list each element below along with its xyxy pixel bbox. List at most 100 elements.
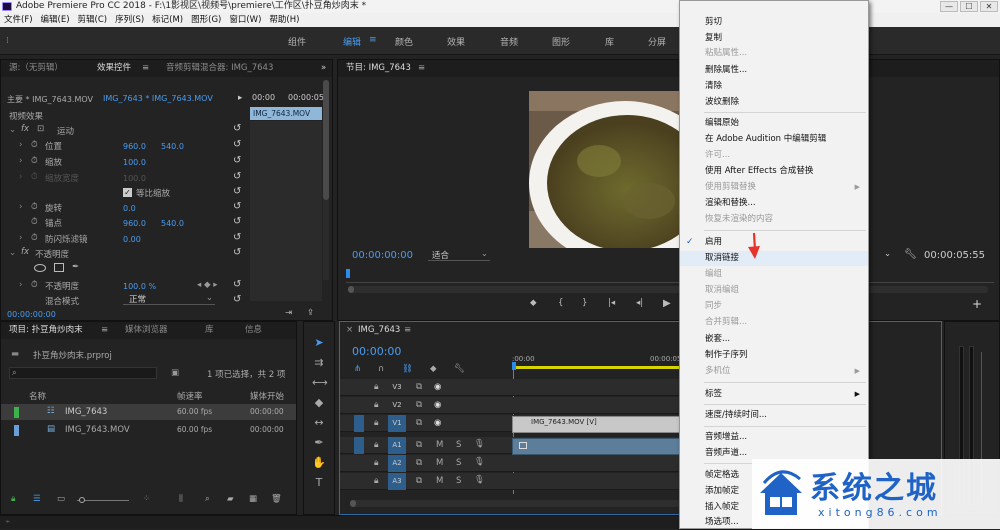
menu-item-audio-gain[interactable]: 音频增益... <box>680 430 868 445</box>
menu-item-render-and-replace[interactable]: 渲染和替换... <box>680 196 868 211</box>
snap-icon[interactable]: ∩ <box>378 364 384 374</box>
step-back-icon[interactable]: ◂| <box>636 298 643 308</box>
play-icon[interactable]: ▶ <box>663 298 671 309</box>
source-patch-v1[interactable] <box>354 415 364 432</box>
track-label-v2[interactable]: V2 <box>388 397 406 414</box>
linked-selection-icon[interactable]: ⛓︎ <box>402 364 413 374</box>
track-a3[interactable]: 🔒︎ A3 ⧉ M S 🎙︎ <box>340 473 680 490</box>
mute-icon[interactable]: M <box>436 476 443 486</box>
expand-opacity-icon-2[interactable]: › <box>19 280 22 290</box>
sync-lock-icon[interactable]: ⧉ <box>416 458 422 468</box>
fit-full-chevron-icon[interactable]: ⌄ <box>884 249 891 259</box>
master-clip-label[interactable]: 主要 * IMG_7643.MOV <box>7 94 93 105</box>
uniform-scale-checkbox[interactable]: ✓ <box>123 188 132 197</box>
menu-clip[interactable]: 剪辑(C) <box>74 13 112 27</box>
project-item-row[interactable]: ☷ IMG_7643 60.00 fps 00:00:00 <box>1 404 296 420</box>
menu-item-synchronize[interactable]: 同步 <box>680 299 868 314</box>
go-to-in-icon[interactable]: |◂ <box>608 298 615 308</box>
menu-item-group[interactable]: 编组 <box>680 267 868 282</box>
anchor-x-value[interactable]: 960.0 <box>123 219 146 228</box>
work-area-bar[interactable] <box>512 366 680 369</box>
scale-value[interactable]: 100.0 <box>123 158 146 167</box>
eye-icon[interactable]: ◉ <box>434 382 441 392</box>
antiflicker-value[interactable]: 0.00 <box>123 235 141 244</box>
tab-effect-controls[interactable]: 效果控件 <box>97 60 131 77</box>
stopwatch-rotation-icon[interactable]: ⏱ <box>31 202 38 212</box>
reset-anchor-icon[interactable]: ↺ <box>233 216 241 227</box>
new-item-icon[interactable]: ▦ <box>249 494 257 504</box>
workspace-graphics[interactable]: 图形 <box>552 35 570 48</box>
menu-item-label[interactable]: 标签 ▶ <box>680 387 868 402</box>
list-view-icon[interactable]: ☰ <box>33 494 41 504</box>
tab-libraries[interactable]: 库 <box>205 322 214 339</box>
track-select-tool-icon[interactable]: ⇉ <box>312 356 326 370</box>
menu-item-make-subsequence[interactable]: 制作子序列 <box>680 348 868 363</box>
stopwatch-antiflicker-icon[interactable]: ⏱ <box>31 233 38 243</box>
export-frame-icon[interactable]: ⇪ <box>307 308 314 318</box>
ellipse-mask-icon[interactable] <box>34 264 46 272</box>
project-search-input[interactable]: ⌕ <box>9 367 157 379</box>
transform-icon[interactable]: ⊡ <box>37 124 44 134</box>
stopwatch-position-icon[interactable]: ⏱ <box>31 140 38 150</box>
new-bin-from-search-icon[interactable]: ▣ <box>171 368 179 378</box>
menu-help[interactable]: 帮助(H) <box>265 13 303 27</box>
add-marker-timeline-icon[interactable]: ◆ <box>430 364 437 374</box>
expand-rotation-icon[interactable]: › <box>19 202 22 212</box>
automate-icon[interactable]: ⫼ <box>179 494 183 504</box>
menu-item-copy[interactable]: 复制 <box>680 31 868 46</box>
video-clip[interactable]: IMG_7643.MOV [V] <box>512 416 680 433</box>
menu-item-edit-original[interactable]: 编辑原始 <box>680 116 868 131</box>
slip-tool-icon[interactable]: ↔ <box>312 416 326 430</box>
menu-item-edit-in-audition[interactable]: 在 Adobe Audition 中编辑剪辑 <box>680 132 868 147</box>
reset-scale-icon[interactable]: ↺ <box>233 155 241 166</box>
menu-item-replace-with-ae[interactable]: 使用 After Effects 合成替换 <box>680 164 868 179</box>
menu-item-multi-camera[interactable]: 多机位 ▶ <box>680 364 868 379</box>
find-icon[interactable]: ⌕ <box>205 494 210 504</box>
workspace-editing[interactable]: 编辑 <box>343 35 361 48</box>
add-button-icon[interactable]: + <box>972 297 982 311</box>
tab-menu-icon[interactable]: ≡ <box>142 60 149 77</box>
opacity-value[interactable]: 100.0 % <box>123 282 156 291</box>
mark-in-icon[interactable]: { <box>558 298 563 308</box>
expand-panels-icon[interactable]: » <box>321 60 326 77</box>
add-marker-icon[interactable]: ◆ <box>530 298 537 308</box>
ec-clip-bar[interactable]: IMG_7643.MOV <box>250 107 322 120</box>
sort-icon[interactable]: ⁘ <box>143 494 150 504</box>
expand-opacity-icon[interactable]: ⌄ <box>9 248 16 258</box>
maximize-button[interactable]: ☐ <box>960 1 978 12</box>
workspace-audio[interactable]: 音频 <box>500 35 518 48</box>
tab-project[interactable]: 项目: 扑豆角炒肉末 <box>9 322 83 339</box>
menu-item-ripple-delete[interactable]: 波纹删除 <box>680 95 868 110</box>
track-label-a2[interactable]: A2 <box>388 455 406 472</box>
program-zoom-bar[interactable] <box>348 286 988 293</box>
menu-item-replace-with-clip[interactable]: 使用剪辑替换 ▶ <box>680 180 868 195</box>
icon-view-icon[interactable]: ▭ <box>57 494 65 504</box>
tab-media-browser[interactable]: 媒体浏览器 <box>125 322 168 339</box>
solo-icon[interactable]: S <box>456 458 461 468</box>
menu-file[interactable]: 文件(F) <box>0 13 37 27</box>
timeline-playhead[interactable] <box>512 362 516 370</box>
razor-tool-icon[interactable]: ◆ <box>312 396 326 410</box>
mute-icon[interactable]: M <box>436 458 443 468</box>
track-v3[interactable]: 🔒︎ V3 ⧉ ◉ <box>340 379 680 396</box>
menu-item-nest[interactable]: 嵌套... <box>680 332 868 347</box>
track-label-v1[interactable]: V1 <box>388 415 406 432</box>
pen-tool-icon[interactable]: ✒ <box>312 436 326 450</box>
sync-lock-icon[interactable]: ⧉ <box>416 476 422 486</box>
ec-timecode[interactable]: 00:00:00:00 <box>7 310 56 319</box>
type-tool-icon[interactable]: T <box>312 476 326 490</box>
sync-lock-icon[interactable]: ⧉ <box>416 418 422 428</box>
program-scrub-bar[interactable] <box>346 273 994 283</box>
menu-item-paste-attributes[interactable]: 粘贴属性... <box>680 46 868 61</box>
reset-motion-icon[interactable]: ↺ <box>233 123 241 134</box>
stopwatch-opacity-icon[interactable]: ⏱ <box>31 280 38 290</box>
menu-item-merge-clips[interactable]: 合并剪辑... <box>680 315 868 330</box>
lock-track-icon[interactable]: 🔒︎ <box>374 458 379 468</box>
microphone-icon[interactable]: 🎙︎ <box>474 457 485 467</box>
play-only-icon[interactable]: ▸ <box>238 93 242 103</box>
workspace-effects[interactable]: 效果 <box>447 35 465 48</box>
timeline-menu-icon[interactable]: ≡ <box>404 322 411 339</box>
lock-track-icon[interactable]: 🔒︎ <box>374 382 379 392</box>
menu-graphics[interactable]: 图形(G) <box>187 13 225 27</box>
stopwatch-anchor-icon[interactable]: ⏱ <box>31 217 38 227</box>
